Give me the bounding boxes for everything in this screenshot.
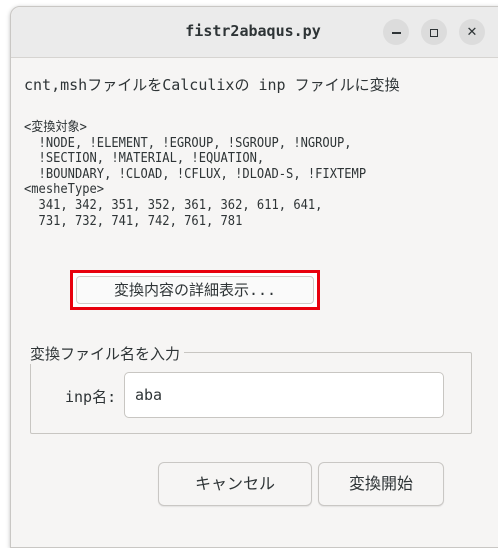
desc-line: !NODE, !ELEMENT, !EGROUP, !SGROUP, !NGRO… (24, 135, 352, 151)
desc-line: !BOUNDARY, !CLOAD, !CFLUX, !DLOAD-S, !FI… (24, 166, 367, 182)
minimize-icon (391, 31, 401, 34)
detail-button-highlight: 変換内容の詳細表示... (70, 270, 320, 310)
title-bar[interactable]: fistr2abaqus.py ✕ (11, 7, 498, 58)
maximize-icon (430, 28, 438, 37)
file-name-group-label: 変換ファイル名を入力 (30, 343, 185, 364)
maximize-button[interactable] (421, 19, 447, 45)
desc-line: <mesheType> (24, 182, 105, 198)
start-convert-button[interactable]: 変換開始 (318, 462, 444, 506)
heading-text: cnt,mshファイルをCalculixの inp ファイルに変換 (24, 76, 400, 94)
desc-line: 341, 342, 351, 352, 361, 362, 611, 641, (24, 197, 323, 213)
inp-name-input[interactable] (124, 372, 444, 418)
desc-line: <変換対象> (24, 120, 87, 135)
description-text: <変換対象> !NODE, !ELEMENT, !EGROUP, !SGROUP… (24, 120, 366, 229)
desc-line: 731, 732, 741, 742, 761, 781 (24, 213, 243, 229)
minimize-button[interactable] (383, 19, 409, 45)
cancel-button[interactable]: キャンセル (158, 462, 312, 506)
show-details-button[interactable]: 変換内容の詳細表示... (76, 276, 314, 304)
close-button[interactable]: ✕ (459, 19, 485, 45)
desc-line: !SECTION, !MATERIAL, !EQUATION, (24, 151, 265, 167)
inp-name-label: inp名: (65, 388, 117, 406)
close-icon: ✕ (466, 25, 478, 40)
